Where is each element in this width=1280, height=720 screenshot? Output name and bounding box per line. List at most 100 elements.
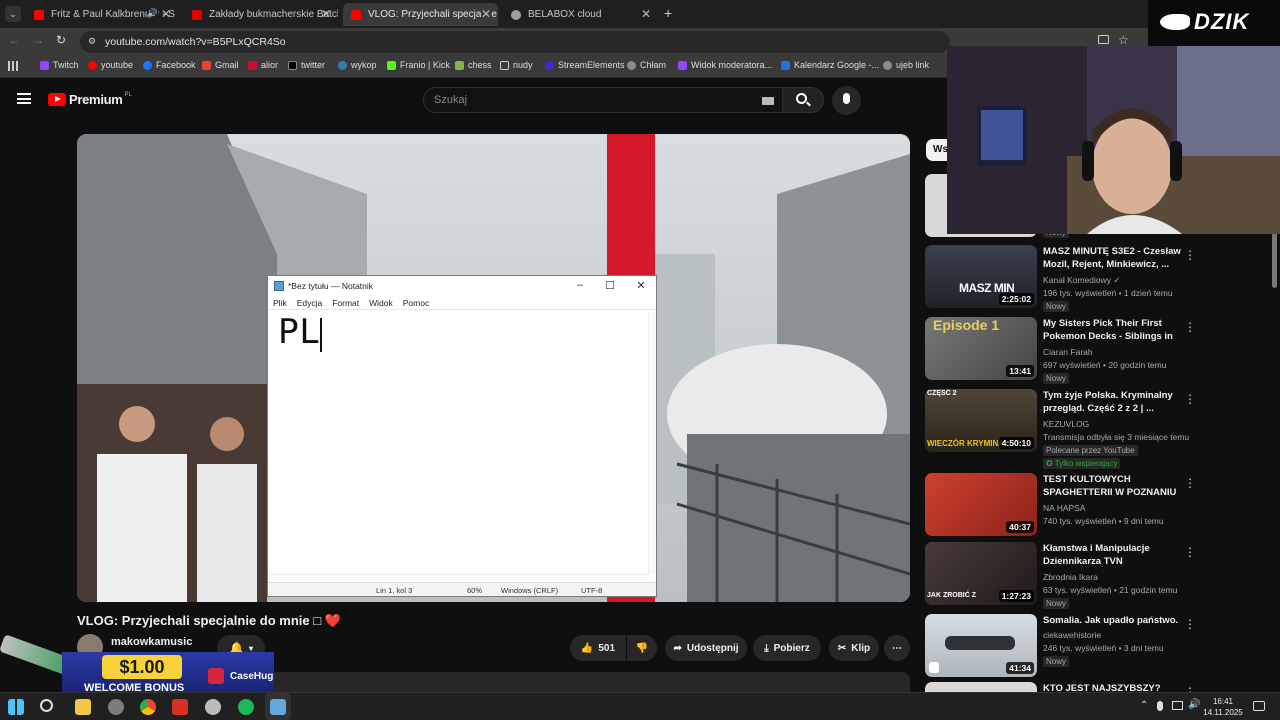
recommendation-item[interactable]: MASZ MIN 2:25:02 MASZ MINUTĘ S3E2 - Czes… bbox=[925, 245, 1200, 312]
video-menu-icon[interactable]: ⋮ bbox=[1184, 320, 1196, 334]
channel-name[interactable]: Kanał Komediowy ✓ bbox=[1043, 275, 1121, 286]
volume-icon[interactable]: 🔊 bbox=[1188, 699, 1200, 710]
video-menu-icon[interactable]: ⋮ bbox=[1184, 685, 1196, 692]
notepad-titlebar[interactable]: *Bez tytułu — Notatnik – ☐ ✕ bbox=[268, 276, 656, 296]
close-icon[interactable]: ✕ bbox=[633, 279, 649, 292]
recommendation-item[interactable]: JAK ZROBIĆ Z 1:27:23 Kłamstwa i Manipula… bbox=[925, 542, 1200, 609]
recommendation-item[interactable]: CZĘŚĆ 2 WIECZÓR KRYMINALNY 4:50:10 Tym ż… bbox=[925, 389, 1200, 469]
bookmark-facebook[interactable]: Facebook bbox=[143, 60, 196, 70]
video-menu-icon[interactable]: ⋮ bbox=[1184, 248, 1196, 262]
video-menu-icon[interactable]: ⋮ bbox=[1184, 545, 1196, 559]
search-button[interactable] bbox=[782, 87, 824, 113]
tab-vlog-active[interactable]: VLOG: Przyjechali specjalnie do ✕ bbox=[343, 3, 498, 26]
forward-arrow-icon[interactable]: → bbox=[32, 33, 44, 47]
tab-close-button[interactable]: ✕ bbox=[321, 7, 331, 21]
video-title[interactable]: Tym żyje Polska. Kryminalny przegląd. Cz… bbox=[1043, 389, 1181, 415]
video-thumbnail[interactable]: 40:37 bbox=[925, 473, 1037, 536]
network-icon[interactable] bbox=[1172, 701, 1183, 710]
tab-search-button[interactable]: ⌄ bbox=[5, 6, 21, 22]
recommendation-item[interactable]: 41:34 Somalia. Jak upadło państwo. cieka… bbox=[925, 614, 1200, 680]
bookmark-streamelements[interactable]: StreamElements bbox=[545, 60, 625, 70]
channel-name[interactable]: Ciaran Farah bbox=[1043, 347, 1093, 357]
bookmark-gmail[interactable]: Gmail bbox=[202, 60, 239, 70]
install-app-icon[interactable] bbox=[1098, 35, 1109, 44]
video-thumbnail[interactable]: MASZ MIN 2:25:02 bbox=[925, 245, 1037, 308]
apps-grid-icon[interactable] bbox=[8, 61, 18, 71]
bookmark-youtube[interactable]: youtube bbox=[88, 60, 133, 70]
notifications-icon[interactable] bbox=[1253, 701, 1265, 711]
tray-chevron-icon[interactable]: ⌃ bbox=[1140, 700, 1148, 711]
minimize-icon[interactable]: – bbox=[572, 279, 588, 291]
channel-name[interactable]: NA HAPSA bbox=[1043, 503, 1086, 513]
obs-app-icon[interactable] bbox=[172, 699, 188, 715]
vertical-scrollbar[interactable] bbox=[648, 312, 656, 574]
bookmark-kalendarz[interactable]: Kalendarz Google -... bbox=[781, 60, 879, 70]
bookmark-ujeb-link[interactable]: ujeb link bbox=[883, 60, 929, 70]
reload-icon[interactable]: ↻ bbox=[56, 33, 66, 47]
search-input[interactable]: Szukaj bbox=[423, 87, 783, 113]
tab-close-button[interactable]: ✕ bbox=[161, 7, 171, 21]
microphone-tray-icon[interactable] bbox=[1157, 701, 1163, 711]
chrome-icon[interactable] bbox=[140, 699, 156, 715]
horizontal-scrollbar[interactable] bbox=[268, 574, 649, 582]
windows-start-icon[interactable] bbox=[8, 699, 24, 715]
video-title[interactable]: My Sisters Pick Their First Pokemon Deck… bbox=[1043, 317, 1181, 344]
video-menu-icon[interactable]: ⋮ bbox=[1184, 392, 1196, 406]
video-menu-icon[interactable]: ⋮ bbox=[1184, 476, 1196, 490]
recommendation-item[interactable]: KTO JEST NAJSZYBSZY? ⋮ bbox=[925, 682, 1200, 692]
video-title[interactable]: KTO JEST NAJSZYBSZY? bbox=[1043, 682, 1181, 692]
back-arrow-icon[interactable]: ← bbox=[8, 33, 20, 47]
video-title[interactable]: Kłamstwa i Manipulacje Dziennikarza TVN bbox=[1043, 542, 1181, 568]
settings-gear-icon[interactable] bbox=[205, 699, 221, 715]
video-thumbnail[interactable]: JAK ZROBIĆ Z 1:27:23 bbox=[925, 542, 1037, 605]
spotify-icon[interactable] bbox=[238, 699, 254, 715]
new-tab-button[interactable]: + bbox=[664, 5, 672, 21]
recommendation-item[interactable]: Episode 1 13:41 My Sisters Pick Their Fi… bbox=[925, 317, 1200, 384]
video-menu-icon[interactable]: ⋮ bbox=[1184, 617, 1196, 631]
notepad-text-content[interactable]: PL bbox=[278, 312, 319, 352]
video-thumbnail[interactable] bbox=[925, 682, 1037, 692]
tab-betclic[interactable]: Zakłady bukmacherskie Betclic ✕ bbox=[184, 3, 338, 26]
game-controller-icon[interactable] bbox=[108, 699, 124, 715]
menu-view[interactable]: Widok bbox=[369, 298, 393, 308]
video-title[interactable]: TEST KULTOWYCH SPAGHETTERII W POZNANIU bbox=[1043, 473, 1181, 499]
bookmark-kick[interactable]: Franio | Kick bbox=[387, 60, 450, 70]
bookmark-chlam[interactable]: Chłam bbox=[627, 60, 666, 70]
video-title[interactable]: MASZ MINUTĘ S3E2 - Czesław Mozil, Rejent… bbox=[1043, 245, 1181, 271]
recommendation-item[interactable]: 40:37 TEST KULTOWYCH SPAGHETTERII W POZN… bbox=[925, 473, 1200, 539]
menu-file[interactable]: Plik bbox=[273, 298, 287, 308]
menu-format[interactable]: Format bbox=[332, 298, 359, 308]
video-thumbnail[interactable]: CZĘŚĆ 2 WIECZÓR KRYMINALNY 4:50:10 bbox=[925, 389, 1037, 452]
clip-button[interactable]: ✂ Klip bbox=[829, 635, 879, 661]
menu-edit[interactable]: Edycja bbox=[297, 298, 323, 308]
video-title[interactable]: Somalia. Jak upadło państwo. bbox=[1043, 614, 1181, 627]
bookmark-twitter[interactable]: twitter bbox=[288, 60, 325, 70]
file-explorer-icon[interactable] bbox=[75, 699, 91, 715]
bookmark-alior[interactable]: alior bbox=[248, 60, 278, 70]
like-button[interactable]: 👍 501 bbox=[570, 635, 626, 661]
bookmark-widok-moderatora[interactable]: Widok moderatora... bbox=[678, 60, 772, 70]
search-icon[interactable] bbox=[40, 699, 53, 712]
channel-name[interactable]: Zbrodnia Ikara bbox=[1043, 572, 1098, 582]
download-button[interactable]: ⤓ Pobierz bbox=[753, 635, 821, 661]
tab-fritz-kalkbrenner[interactable]: Fritz & Paul Kalkbrenner - S 🔊 Fritz & P… bbox=[26, 3, 178, 26]
tab-belabox[interactable]: BELABOX cloud ✕ bbox=[503, 3, 658, 26]
bookmark-folder-nudy[interactable]: nudy bbox=[500, 60, 533, 70]
address-bar[interactable]: ⚙ youtube.com/watch?v=B5PLxQCR4So bbox=[80, 31, 950, 53]
notepad-window[interactable]: *Bez tytułu — Notatnik – ☐ ✕ Plik Edycja… bbox=[267, 275, 657, 597]
video-thumbnail[interactable]: Episode 1 13:41 bbox=[925, 317, 1037, 380]
bookmark-twitch[interactable]: Twitch bbox=[40, 60, 79, 70]
more-actions-button[interactable]: ⋯ bbox=[884, 635, 910, 661]
share-button[interactable]: ➦ Udostępnij bbox=[665, 635, 747, 661]
tab-close-button[interactable]: ✕ bbox=[641, 7, 651, 21]
maximize-icon[interactable]: ☐ bbox=[602, 279, 618, 292]
channel-name[interactable]: ciekawehistorie bbox=[1043, 630, 1101, 640]
video-thumbnail[interactable]: 41:34 bbox=[925, 614, 1037, 677]
menu-help[interactable]: Pomoc bbox=[403, 298, 429, 308]
dislike-button[interactable]: 👎 bbox=[627, 635, 657, 661]
hamburger-menu-icon[interactable] bbox=[17, 93, 31, 104]
youtube-logo[interactable]: Premium PL bbox=[48, 92, 132, 107]
bookmark-star-icon[interactable]: ☆ bbox=[1118, 33, 1129, 47]
clock[interactable]: 16:41 14.11.2025 bbox=[1203, 696, 1243, 718]
tab-close-button[interactable]: ✕ bbox=[480, 7, 491, 21]
